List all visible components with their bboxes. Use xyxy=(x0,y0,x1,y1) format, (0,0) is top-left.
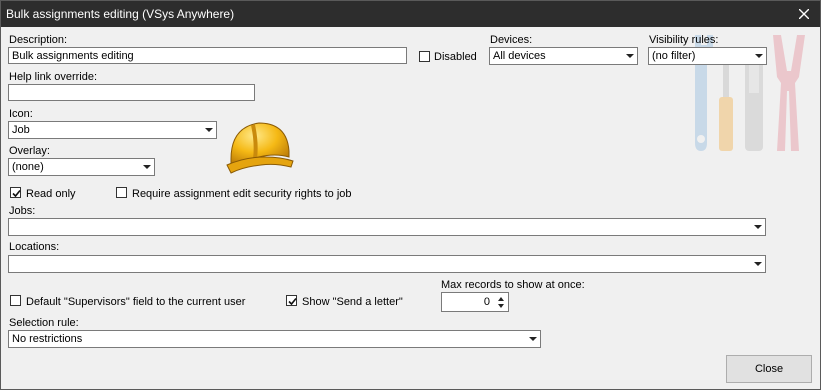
locations-select[interactable] xyxy=(8,255,766,273)
chevron-down-icon xyxy=(626,54,634,58)
require-security-checkbox[interactable] xyxy=(116,187,127,198)
max-records-stepper[interactable]: 0 xyxy=(441,292,509,312)
close-icon[interactable] xyxy=(788,1,820,27)
chevron-down-icon xyxy=(754,225,762,229)
chevron-down-icon xyxy=(755,54,763,58)
check-icon xyxy=(288,297,297,306)
spin-up-icon[interactable] xyxy=(498,297,504,301)
visibility-rules-label: Visibility rules: xyxy=(649,34,719,46)
disabled-checkbox[interactable] xyxy=(419,51,430,62)
default-supervisors-label: Default "Supervisors" field to the curre… xyxy=(26,296,246,308)
jobs-label: Jobs: xyxy=(9,205,36,217)
max-records-label: Max records to show at once: xyxy=(441,279,585,291)
icon-select[interactable]: Job xyxy=(8,121,217,139)
read-only-checkbox[interactable] xyxy=(10,187,21,198)
overlay-value: (none) xyxy=(12,161,44,173)
hard-hat-icon xyxy=(226,122,294,174)
window-title: Bulk assignments editing (VSys Anywhere) xyxy=(6,7,235,21)
devices-select[interactable]: All devices xyxy=(489,47,638,65)
description-input[interactable]: Bulk assignments editing xyxy=(8,47,407,64)
help-link-label: Help link override: xyxy=(9,71,98,83)
disabled-label: Disabled xyxy=(434,51,477,63)
visibility-rules-value: (no filter) xyxy=(652,50,696,62)
visibility-rules-select[interactable]: (no filter) xyxy=(648,47,767,65)
selection-rule-label: Selection rule: xyxy=(9,317,79,329)
locations-label: Locations: xyxy=(9,241,60,253)
max-records-value: 0 xyxy=(483,296,490,308)
devices-label: Devices: xyxy=(490,34,533,46)
close-button[interactable]: Close xyxy=(726,355,812,383)
show-send-letter-label: Show "Send a letter" xyxy=(302,296,403,308)
description-value: Bulk assignments editing xyxy=(12,50,134,62)
overlay-select[interactable]: (none) xyxy=(8,158,155,176)
require-security-label: Require assignment edit security rights … xyxy=(132,188,352,200)
check-icon xyxy=(12,189,21,198)
overlay-label: Overlay: xyxy=(9,145,50,157)
chevron-down-icon xyxy=(529,337,537,341)
chevron-down-icon xyxy=(205,128,213,132)
close-button-label: Close xyxy=(754,363,784,375)
read-only-label: Read only xyxy=(26,188,76,200)
devices-value: All devices xyxy=(493,50,546,62)
title-bar: Bulk assignments editing (VSys Anywhere) xyxy=(1,1,820,27)
show-send-letter-checkbox[interactable] xyxy=(286,295,297,306)
spin-down-icon[interactable] xyxy=(498,304,504,308)
description-label: Description: xyxy=(9,34,68,46)
icon-label: Icon: xyxy=(9,108,33,120)
dialog-window: Bulk assignments editing (VSys Anywhere)… xyxy=(0,0,821,390)
icon-value: Job xyxy=(12,124,30,136)
default-supervisors-checkbox[interactable] xyxy=(10,295,21,306)
chevron-down-icon xyxy=(143,165,151,169)
selection-rule-value: No restrictions xyxy=(12,333,83,345)
selection-rule-select[interactable]: No restrictions xyxy=(8,330,541,348)
jobs-select[interactable] xyxy=(8,218,766,236)
help-link-input[interactable] xyxy=(8,84,255,101)
chevron-down-icon xyxy=(754,262,762,266)
